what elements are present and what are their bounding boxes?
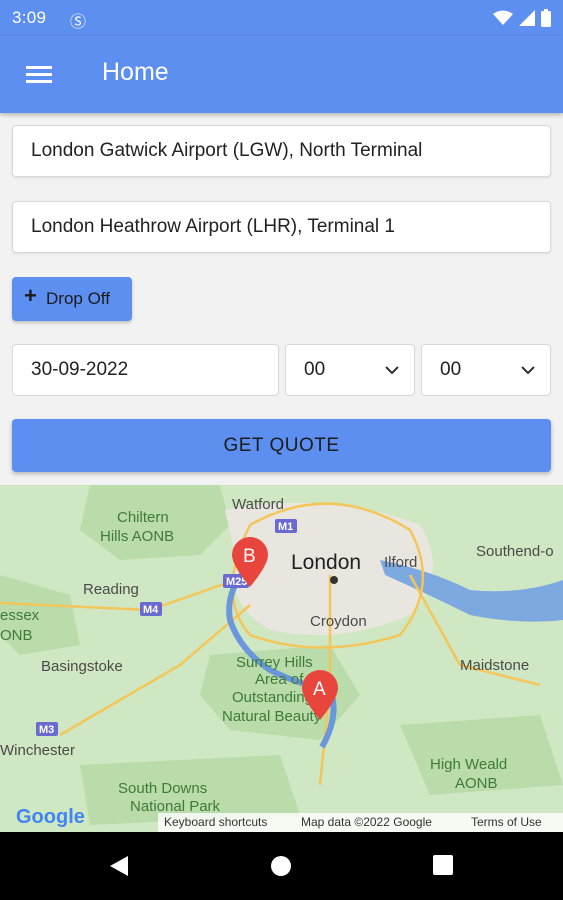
chevron-down-icon	[385, 366, 399, 375]
map-data-text: Map data ©2022 Google	[301, 815, 432, 829]
place-label: Chiltern	[117, 509, 169, 526]
destination-field[interactable]: London Heathrow Airport (LHR), Terminal …	[12, 201, 551, 253]
place-label: AONB	[455, 775, 498, 792]
map-footer: Keyboard shortcuts Map data ©2022 Google…	[158, 813, 563, 832]
pickup-value: London Gatwick Airport (LGW), North Term…	[31, 140, 423, 161]
place-label: Croydon	[310, 613, 367, 630]
marker-b-label: B	[243, 546, 256, 567]
place-label: Ilford	[384, 554, 417, 571]
route-map[interactable]: Watford Chiltern Hills AONB London Ilfor…	[0, 485, 563, 832]
place-label: Area of	[255, 671, 304, 688]
place-label: Surrey Hills	[236, 654, 313, 671]
add-dropoff-label: Drop Off	[46, 289, 110, 308]
status-time: 3:09	[12, 8, 47, 27]
status-icons	[493, 9, 551, 27]
place-label: Reading	[83, 581, 139, 598]
place-label: Watford	[232, 496, 284, 513]
signal-icon	[519, 10, 535, 26]
google-logo: Google	[16, 806, 85, 828]
place-label: London	[291, 551, 361, 574]
pickup-field[interactable]: London Gatwick Airport (LGW), North Term…	[12, 125, 551, 177]
place-label: South Downs	[118, 780, 207, 797]
home-icon[interactable]	[270, 855, 292, 877]
system-nav-bar	[0, 832, 563, 900]
hour-select[interactable]: 00	[285, 344, 415, 396]
page-title: Home	[102, 58, 169, 86]
get-quote-button[interactable]: GET QUOTE	[12, 419, 551, 472]
place-label: High Weald	[430, 756, 507, 773]
place-label: Natural Beauty	[222, 708, 322, 725]
minute-select[interactable]: 00	[421, 344, 551, 396]
place-label: Winchester	[0, 742, 75, 759]
road-label: M1	[278, 521, 293, 533]
place-label: Outstanding	[232, 689, 313, 706]
destination-value: London Heathrow Airport (LHR), Terminal …	[31, 216, 395, 237]
place-label: Southend-o	[476, 543, 554, 560]
plus-icon: +	[24, 283, 37, 308]
marker-a-label: A	[313, 679, 326, 700]
road-label: M4	[143, 604, 159, 616]
place-label: ONB	[0, 627, 33, 644]
wifi-icon	[493, 10, 513, 25]
chevron-down-icon	[521, 366, 535, 375]
back-icon[interactable]	[108, 854, 130, 878]
sim-icon: Ⓢ	[70, 12, 87, 31]
hamburger-menu-icon[interactable]	[22, 61, 56, 89]
status-bar: 3:09 Ⓢ	[0, 0, 563, 36]
terms-link[interactable]: Terms of Use	[471, 815, 542, 829]
hour-value: 00	[304, 359, 326, 380]
place-label: Hills AONB	[100, 528, 174, 545]
date-value: 30-09-2022	[31, 359, 129, 380]
place-label: Basingstoke	[41, 658, 123, 675]
battery-icon	[541, 9, 551, 27]
recents-icon[interactable]	[433, 855, 453, 875]
app-bar: Home	[0, 36, 563, 113]
date-field[interactable]: 30-09-2022	[12, 344, 279, 396]
add-dropoff-button[interactable]: + Drop Off	[12, 277, 132, 321]
place-label: Maidstone	[460, 657, 529, 674]
london-centre-icon	[330, 576, 338, 584]
road-label: M3	[39, 724, 54, 736]
keyboard-shortcuts-link[interactable]: Keyboard shortcuts	[164, 815, 267, 829]
place-label: essex	[0, 607, 40, 624]
minute-value: 00	[440, 359, 462, 380]
